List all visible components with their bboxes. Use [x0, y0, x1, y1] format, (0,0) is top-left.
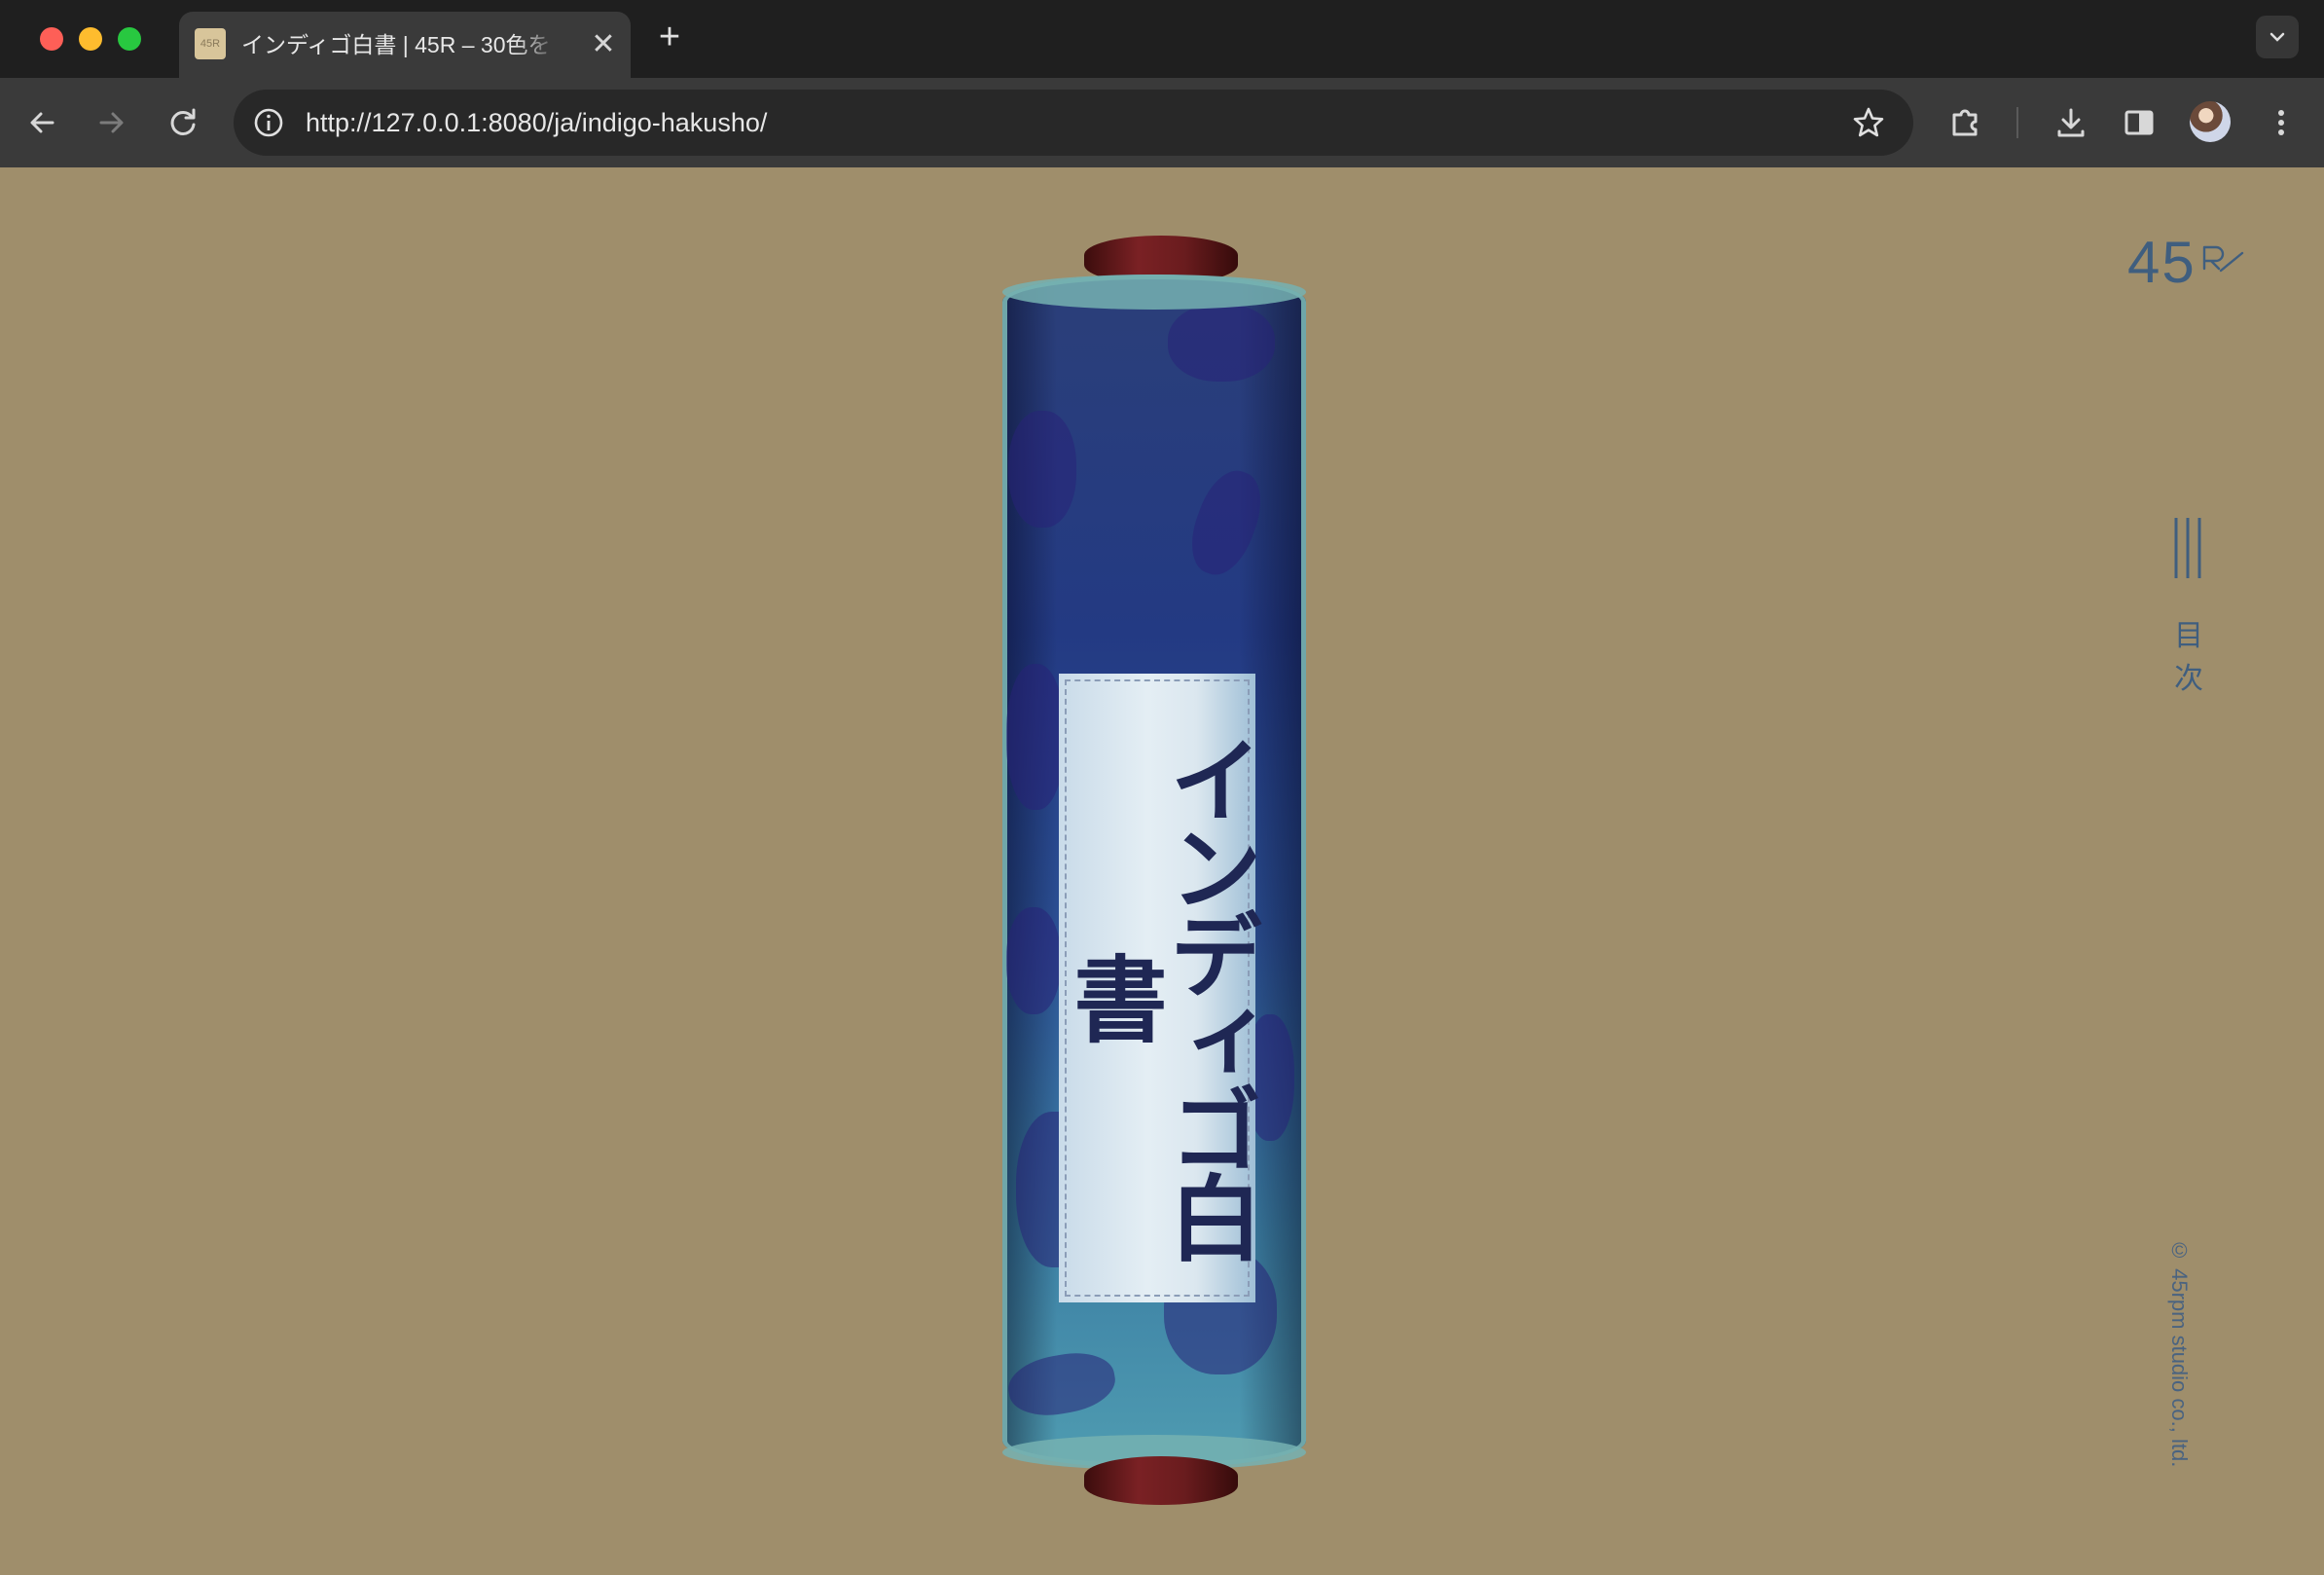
tab-strip: 45R インディゴ白書 | 45R – 30色を ✕ + [0, 0, 2324, 78]
stamp-mark [1008, 411, 1076, 528]
info-icon[interactable] [251, 105, 286, 140]
url-text[interactable]: http://127.0.0.1:8080/ja/indigo-hakusho/ [306, 90, 767, 156]
scroll-title-label: インディゴ白書 [1058, 674, 1263, 1302]
minimize-window-button[interactable] [79, 27, 102, 51]
maximize-window-button[interactable] [118, 27, 141, 51]
menu-label[interactable]: 目次 [2174, 615, 2203, 701]
tab-search-button[interactable] [2256, 16, 2299, 58]
arrow-right-icon[interactable] [90, 101, 132, 144]
side-panel-icon[interactable] [2118, 101, 2161, 144]
tab-favicon: 45R [195, 28, 226, 59]
page-content: 45 目次 © 45rpm studio co., ltd. インディゴ白書 [0, 167, 2324, 1575]
stamp-mark [1180, 462, 1273, 583]
scroll-rim-top [1002, 275, 1306, 310]
browser-toolbar: http://127.0.0.1:8080/ja/indigo-hakusho/ [0, 78, 2324, 167]
site-logo[interactable]: 45 [2127, 234, 2197, 292]
stamp-mark [1006, 664, 1065, 810]
toolbar-divider [2016, 107, 2018, 138]
active-tab[interactable]: 45R インディゴ白書 | 45R – 30色を ✕ [179, 12, 631, 78]
copyright-text: © 45rpm studio co., ltd. [2167, 1238, 2192, 1468]
logo-r-mark[interactable] [2201, 245, 2246, 276]
tab-title: インディゴ白書 | 45R – 30色を [241, 32, 551, 57]
chevron-down-icon [2270, 32, 2285, 42]
tab-close-icon[interactable]: ✕ [590, 30, 617, 59]
stamp-mark [1168, 304, 1275, 382]
address-bar[interactable]: http://127.0.0.1:8080/ja/indigo-hakusho/ [234, 90, 1913, 156]
download-icon[interactable] [2050, 101, 2092, 144]
scroll-paper: インディゴ白書 [1002, 275, 1306, 1468]
arrow-left-icon[interactable] [21, 101, 64, 144]
stamp-mark [1006, 907, 1061, 1014]
new-tab-button[interactable]: + [652, 18, 687, 55]
kebab-menu-icon[interactable] [2260, 101, 2303, 144]
puzzle-icon[interactable] [1944, 101, 1987, 144]
avatar-icon[interactable] [2190, 101, 2231, 142]
close-window-button[interactable] [40, 27, 63, 51]
stamp-mark [1003, 1345, 1120, 1423]
hamburger-lines-icon[interactable] [2168, 514, 2207, 582]
star-icon[interactable] [1851, 105, 1886, 140]
scroll-title: インディゴ白書 [1058, 732, 1263, 1258]
scroll-roller-bottom [1084, 1456, 1238, 1505]
reload-icon[interactable] [162, 101, 204, 144]
indigo-scroll[interactable]: インディゴ白書 [1002, 236, 1306, 1509]
